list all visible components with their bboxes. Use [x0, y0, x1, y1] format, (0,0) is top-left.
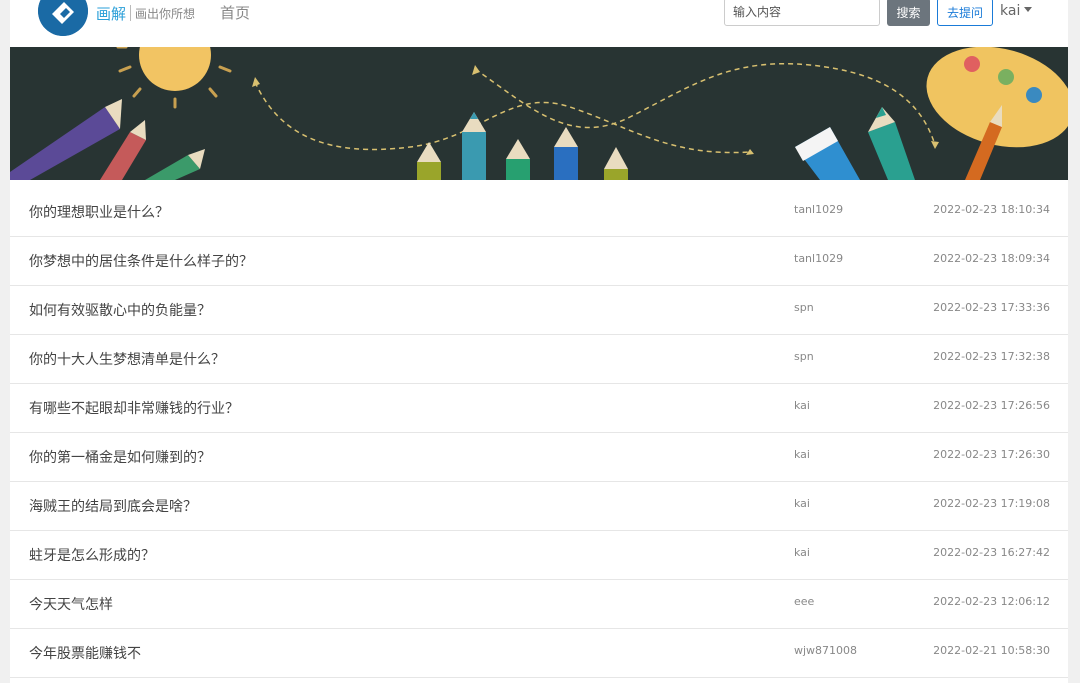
search-input[interactable]	[724, 0, 880, 26]
question-row[interactable]: 海贼王的结局到底会是啥？ kai 2022-02-23 17:19:08	[10, 482, 1068, 531]
question-title-link[interactable]: 你的十大人生梦想清单是什么？	[29, 349, 225, 369]
question-row[interactable]: 你的理想职业是什么？ tanl1029 2022-02-23 18:10:34	[10, 188, 1068, 237]
question-author: spn	[794, 350, 814, 363]
site-logo-icon[interactable]	[38, 0, 88, 36]
ask-question-button[interactable]: 去提问	[937, 0, 993, 26]
question-title-link[interactable]: 你的第一桶金是如何赚到的？	[29, 447, 211, 467]
search-button[interactable]: 搜索	[887, 0, 930, 26]
question-title-link[interactable]: 海贼王的结局到底会是啥？	[29, 496, 197, 516]
question-author: kai	[794, 546, 810, 559]
question-author: spn	[794, 301, 814, 314]
question-row[interactable]: 你梦想中的居住条件是什么样子的？ tanl1029 2022-02-23 18:09…	[10, 237, 1068, 286]
question-author: tanl1029	[794, 203, 844, 216]
question-author: kai	[794, 448, 810, 461]
chevron-down-icon	[1024, 7, 1033, 12]
question-timestamp: 2022-02-21 10:58:30	[933, 644, 1050, 657]
question-timestamp: 2022-02-23 16:27:42	[933, 546, 1050, 559]
username: kai	[1000, 3, 1021, 19]
nav-home-link[interactable]: 首页	[220, 2, 250, 23]
question-row[interactable]: 有哪些不起眼却非常赚钱的行业？ kai 2022-02-23 17:26:56	[10, 384, 1068, 433]
question-row[interactable]: 今天天气怎样 eee 2022-02-23 12:06:12	[10, 580, 1068, 629]
question-title-link[interactable]: 如何有效驱散心中的负能量？	[29, 300, 211, 320]
question-timestamp: 2022-02-23 17:26:30	[933, 448, 1050, 461]
question-author: tanl1029	[794, 252, 844, 265]
question-author: kai	[794, 399, 810, 412]
brand-divider	[130, 5, 131, 21]
page: 画解 画出你所想 首页 搜索 去提问 kai	[10, 0, 1068, 683]
question-author: eee	[794, 595, 815, 608]
question-row[interactable]: 今年股票能赚钱不 wjw871008 2022-02-21 10:58:30	[10, 629, 1068, 678]
question-list: 你的理想职业是什么？ tanl1029 2022-02-23 18:10:34 你梦想…	[10, 188, 1068, 678]
question-author: kai	[794, 497, 810, 510]
question-timestamp: 2022-02-23 18:10:34	[933, 203, 1050, 216]
question-timestamp: 2022-02-23 12:06:12	[933, 595, 1050, 608]
question-row[interactable]: 你的十大人生梦想清单是什么？ spn 2022-02-23 17:32:38	[10, 335, 1068, 384]
question-timestamp: 2022-02-23 18:09:34	[933, 252, 1050, 265]
user-menu-dropdown[interactable]: kai	[1000, 3, 1033, 19]
brand-tagline: 画出你所想	[135, 7, 196, 21]
top-navbar: 画解 画出你所想 首页 搜索 去提问 kai	[10, 0, 1068, 47]
question-timestamp: 2022-02-23 17:33:36	[933, 301, 1050, 314]
question-timestamp: 2022-02-23 17:32:38	[933, 350, 1050, 363]
brand-name[interactable]: 画解	[96, 3, 126, 24]
question-title-link[interactable]: 有哪些不起眼却非常赚钱的行业？	[29, 398, 239, 418]
question-title-link[interactable]: 今年股票能赚钱不	[29, 643, 141, 663]
question-row[interactable]: 蛀牙是怎么形成的？ kai 2022-02-23 16:27:42	[10, 531, 1068, 580]
question-row[interactable]: 你的第一桶金是如何赚到的？ kai 2022-02-23 17:26:30	[10, 433, 1068, 482]
question-timestamp: 2022-02-23 17:26:56	[933, 399, 1050, 412]
question-title-link[interactable]: 你梦想中的居住条件是什么样子的？	[29, 251, 253, 271]
question-timestamp: 2022-02-23 17:19:08	[933, 497, 1050, 510]
question-title-link[interactable]: 你的理想职业是什么？	[29, 202, 169, 222]
banner-image	[10, 47, 1068, 180]
question-row[interactable]: 如何有效驱散心中的负能量？ spn 2022-02-23 17:33:36	[10, 286, 1068, 335]
question-title-link[interactable]: 蛀牙是怎么形成的？	[29, 545, 155, 565]
question-author: wjw871008	[794, 644, 858, 657]
question-title-link[interactable]: 今天天气怎样	[29, 594, 113, 614]
